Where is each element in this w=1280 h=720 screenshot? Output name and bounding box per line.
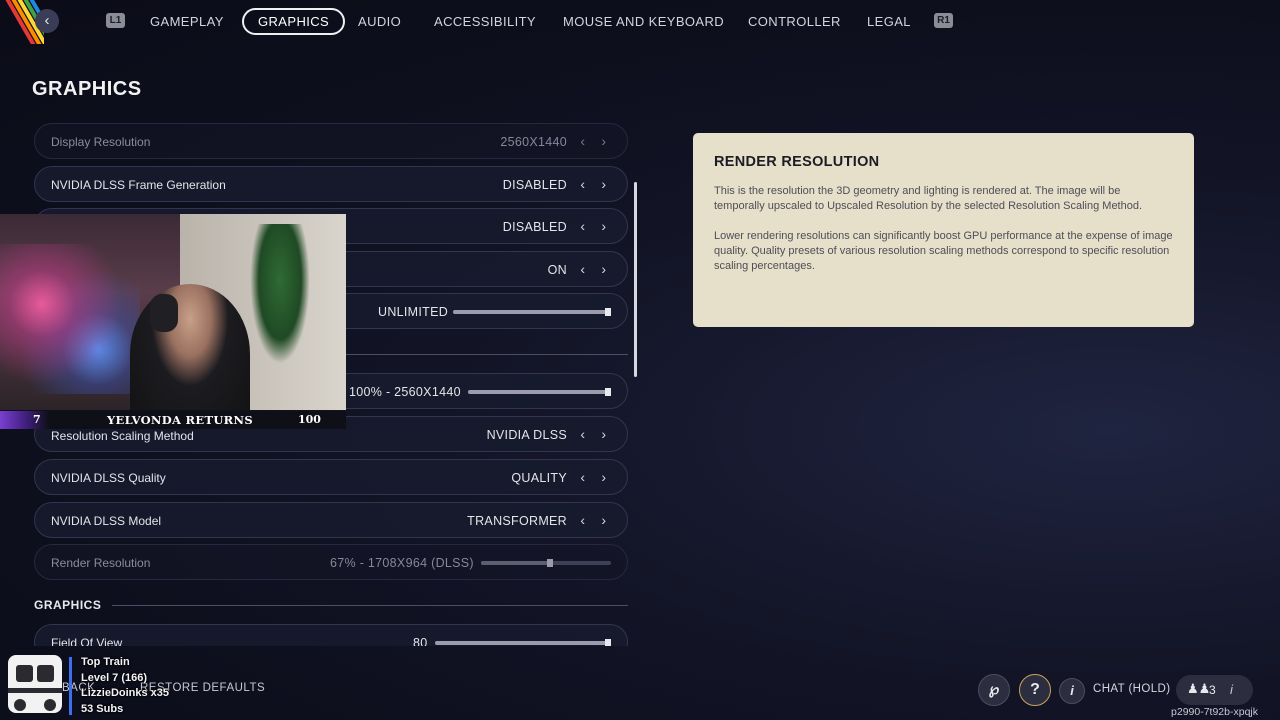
webcam-name: YELVONDA RETURNS bbox=[107, 413, 253, 427]
info-paragraph-1: This is the resolution the 3D geometry a… bbox=[714, 185, 1143, 212]
top-nav: ‹ L1 GAMEPLAY GRAPHICS AUDIO ACCESSIBILI… bbox=[0, 0, 1280, 44]
tab-legal[interactable]: LEGAL bbox=[867, 8, 911, 35]
chevron-left-icon[interactable]: ‹ bbox=[580, 124, 585, 158]
setting-value: DISABLED bbox=[502, 178, 567, 192]
chevron-right-icon[interactable]: › bbox=[601, 460, 606, 494]
tab-audio[interactable]: AUDIO bbox=[358, 8, 401, 35]
page-title: GRAPHICS bbox=[32, 78, 142, 100]
webcam-headset bbox=[150, 294, 178, 332]
train-line-4: 53 Subs bbox=[81, 702, 124, 715]
party-button[interactable]: ♟♟ 3 i bbox=[1176, 675, 1253, 705]
slider-fill bbox=[435, 641, 611, 645]
train-wheel bbox=[44, 699, 56, 711]
tab-controller[interactable]: CONTROLLER bbox=[748, 8, 841, 35]
webcam-plant bbox=[250, 224, 310, 364]
setting-label: Field Of View bbox=[51, 636, 123, 646]
chevron-left-icon[interactable]: ‹ bbox=[580, 209, 585, 243]
train-wheel bbox=[14, 699, 26, 711]
section-header-graphics: GRAPHICS bbox=[34, 598, 102, 612]
slider-fill bbox=[453, 310, 611, 314]
chevron-left-icon[interactable]: ‹ bbox=[580, 417, 585, 451]
webcam-lights bbox=[0, 244, 140, 394]
slider-fill bbox=[468, 390, 611, 394]
setting-value: DISABLED bbox=[502, 220, 567, 234]
chevron-right-icon[interactable]: › bbox=[601, 503, 606, 537]
hype-train-info: Top Train Level 7 (166) LizzieDoinks x35… bbox=[81, 655, 169, 717]
setting-value: ON bbox=[547, 263, 567, 277]
tab-accessibility[interactable]: ACCESSIBILITY bbox=[434, 8, 536, 35]
slider-value: 67% - 1708X964 (DLSS) bbox=[330, 556, 474, 570]
train-divider bbox=[69, 657, 72, 715]
chevron-left-icon[interactable]: ‹ bbox=[580, 460, 585, 494]
webcam-count: 100 bbox=[298, 413, 321, 426]
slider-knob[interactable] bbox=[605, 388, 611, 396]
setting-value: TRANSFORMER bbox=[467, 514, 567, 528]
slider-knob[interactable] bbox=[605, 308, 611, 316]
tab-gameplay[interactable]: GAMEPLAY bbox=[150, 8, 224, 35]
setting-render-resolution[interactable]: Render Resolution 67% - 1708X964 (DLSS) bbox=[34, 544, 628, 580]
train-line-3: LizzieDoinks x35 bbox=[81, 687, 170, 699]
webcam-overlay bbox=[0, 214, 346, 410]
chevron-left-icon[interactable]: ‹ bbox=[580, 503, 585, 537]
setting-value: QUALITY bbox=[511, 471, 567, 485]
info-paragraph-2: Lower rendering resolutions can signific… bbox=[714, 230, 1173, 272]
question-icon[interactable]: ? bbox=[1019, 674, 1051, 706]
chevron-right-icon[interactable]: › bbox=[601, 252, 606, 286]
train-line-2: Level 7 (166) bbox=[81, 671, 148, 684]
setting-display-resolution[interactable]: Display Resolution 2560X1440 ‹ › bbox=[34, 123, 628, 159]
slider-knob[interactable] bbox=[605, 639, 611, 646]
info-icon[interactable]: i bbox=[1059, 678, 1085, 704]
chevron-right-icon[interactable]: › bbox=[601, 417, 606, 451]
people-icon: ♟♟ bbox=[1187, 681, 1211, 696]
setting-field-of-view[interactable]: Field Of View 80 bbox=[34, 624, 628, 646]
webcam-level: 7 bbox=[33, 413, 41, 426]
setting-value: NVIDIA DLSS bbox=[486, 428, 567, 442]
setting-label: Render Resolution bbox=[51, 556, 151, 570]
setting-dlss-model[interactable]: NVIDIA DLSS Model TRANSFORMER ‹ › bbox=[34, 502, 628, 538]
train-window bbox=[16, 665, 33, 682]
chevron-right-icon[interactable]: › bbox=[601, 124, 606, 158]
slider-value: UNLIMITED bbox=[378, 305, 449, 319]
tab-mouse-and-keyboard[interactable]: MOUSE AND KEYBOARD bbox=[563, 8, 724, 35]
user-code: p2990-7t92b-xpqjk bbox=[1171, 706, 1258, 718]
l1-bumper-icon: L1 bbox=[106, 13, 125, 28]
slider-track bbox=[481, 559, 611, 567]
webcam-name-bar: 7 YELVONDA RETURNS 100 bbox=[0, 411, 346, 429]
train-window bbox=[37, 665, 54, 682]
setting-label: NVIDIA DLSS Frame Generation bbox=[51, 178, 226, 192]
clip-field-of-view: Field Of View 80 bbox=[34, 624, 628, 646]
settings-scrollbar[interactable] bbox=[634, 182, 637, 377]
chat-hold-label[interactable]: CHAT (HOLD) bbox=[1093, 683, 1170, 695]
setting-label: NVIDIA DLSS Quality bbox=[51, 471, 166, 485]
train-icon bbox=[8, 655, 62, 713]
slider-track[interactable] bbox=[468, 388, 611, 396]
slider-track[interactable] bbox=[435, 639, 611, 646]
info-panel: RENDER RESOLUTION This is the resolution… bbox=[693, 133, 1194, 327]
train-stripe bbox=[8, 688, 62, 693]
brand-logo-icon[interactable]: ℘ bbox=[978, 674, 1010, 706]
slider-value: 80 bbox=[413, 636, 428, 646]
r1-bumper-icon: R1 bbox=[934, 13, 953, 28]
setting-label: NVIDIA DLSS Model bbox=[51, 514, 162, 528]
party-count: 3 bbox=[1209, 683, 1216, 697]
section-divider bbox=[112, 605, 628, 606]
setting-dlss-quality[interactable]: NVIDIA DLSS Quality QUALITY ‹ › bbox=[34, 459, 628, 495]
chevron-left-icon[interactable]: ‹ bbox=[580, 167, 585, 201]
train-line-1: Top Train bbox=[81, 656, 130, 668]
back-chevron-icon[interactable]: ‹ bbox=[35, 9, 59, 33]
chevron-right-icon[interactable]: › bbox=[601, 209, 606, 243]
info-icon: i bbox=[1230, 682, 1233, 697]
setting-dlss-frame-generation[interactable]: NVIDIA DLSS Frame Generation DISABLED ‹ … bbox=[34, 166, 628, 202]
info-title: RENDER RESOLUTION bbox=[714, 154, 880, 170]
slider-knob bbox=[546, 559, 553, 567]
divider bbox=[345, 354, 628, 355]
chevron-right-icon[interactable]: › bbox=[601, 167, 606, 201]
setting-label: Display Resolution bbox=[51, 135, 151, 149]
slider-fill bbox=[481, 561, 553, 565]
setting-value: 2560X1440 bbox=[500, 135, 567, 149]
chevron-left-icon[interactable]: ‹ bbox=[580, 252, 585, 286]
slider-track[interactable] bbox=[453, 308, 611, 316]
tab-graphics[interactable]: GRAPHICS bbox=[242, 8, 346, 35]
slider-value: 100% - 2560X1440 bbox=[349, 385, 461, 399]
